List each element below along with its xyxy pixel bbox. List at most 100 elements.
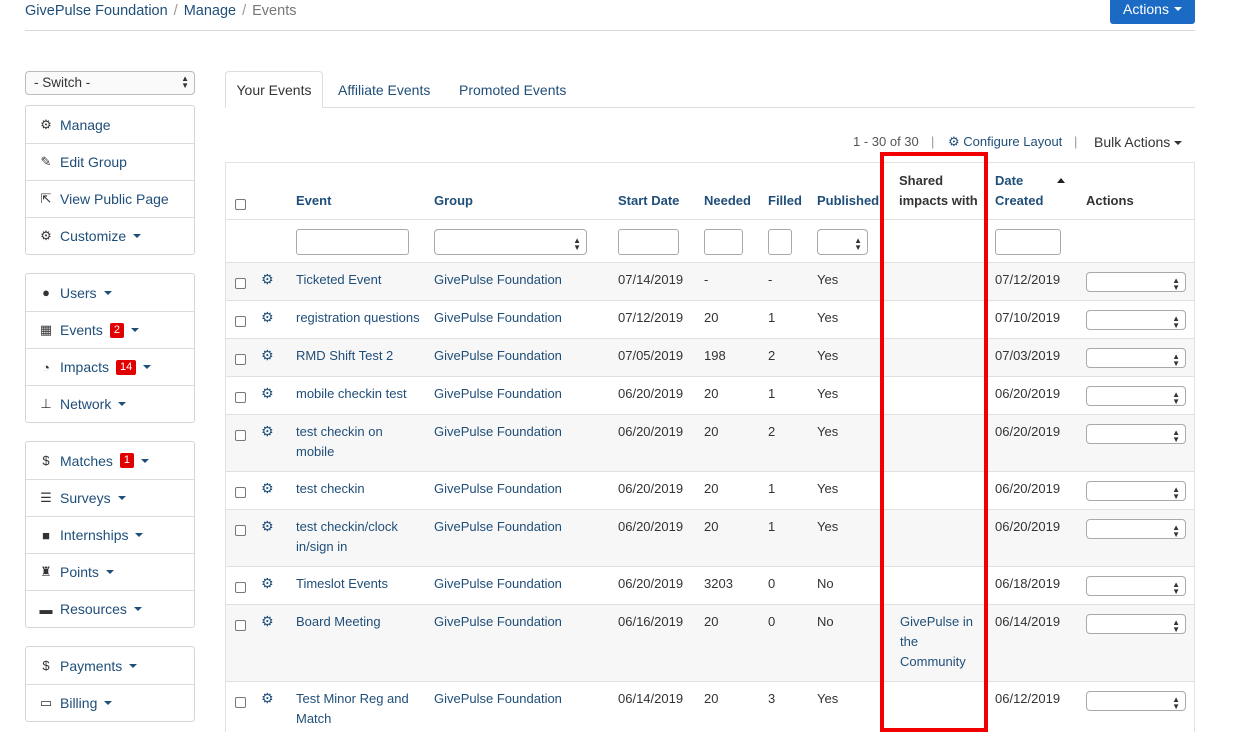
gears-icon[interactable]: ⚙ [261,309,274,326]
gears-icon[interactable]: ⚙ [261,480,274,497]
event-name-link[interactable]: mobile checkin test [296,384,421,404]
configure-layout-link[interactable]: ⚙ Configure Layout [948,134,1062,150]
column-header-needed[interactable]: Needed [704,191,751,211]
breadcrumb-org-link[interactable]: GivePulse Foundation [25,3,168,19]
select-all-checkbox[interactable] [235,199,246,210]
group-link[interactable]: GivePulse Foundation [434,384,562,404]
sidebar-item-impacts[interactable]: ◔ Impacts 14 [26,348,194,385]
row-checkbox[interactable] [235,697,246,708]
column-header-event[interactable]: Event [296,191,331,211]
group-link[interactable]: GivePulse Foundation [434,346,562,366]
gears-icon[interactable]: ⚙ [261,690,274,707]
tab-affiliate-events[interactable]: Affiliate Events [338,71,430,108]
sidebar-item-users[interactable]: ● Users [26,274,194,311]
group-link[interactable]: GivePulse Foundation [434,612,562,632]
row-checkbox[interactable] [235,582,246,593]
row-actions-select[interactable]: ▲ ▼ [1086,348,1186,368]
event-name-link[interactable]: registration questions [296,308,421,328]
bulk-actions-dropdown[interactable]: Bulk Actions [1094,134,1183,150]
row-actions-select[interactable]: ▲ ▼ [1086,310,1186,330]
row-checkbox[interactable] [235,525,246,536]
sidebar-item-payments[interactable]: $ Payments [26,647,194,684]
group-link[interactable]: GivePulse Foundation [434,308,562,328]
row-checkbox[interactable] [235,430,246,441]
row-actions-select[interactable]: ▲ ▼ [1086,386,1186,406]
row-actions-select[interactable]: ▲ ▼ [1086,424,1186,444]
table-row: ⚙ RMD Shift Test 2 GivePulse Foundation 07/… [226,338,1194,376]
sidebar-item-label: Payments [60,657,123,674]
row-checkbox[interactable] [235,620,246,631]
caret-down-icon [143,365,152,369]
published-filter-select[interactable]: ▲ ▼ [817,229,868,255]
breadcrumb-manage-link[interactable]: Manage [184,3,236,19]
row-actions-select[interactable]: ▲ ▼ [1086,691,1186,711]
gears-icon[interactable]: ⚙ [261,347,274,364]
row-checkbox[interactable] [235,278,246,289]
row-checkbox[interactable] [235,392,246,403]
column-header-published[interactable]: Published [817,191,879,211]
group-filter-select[interactable]: ▲ ▼ [434,229,587,255]
column-header-group[interactable]: Group [434,191,473,211]
sidebar-item-points[interactable]: ♜ Points [26,553,194,590]
event-name-link[interactable]: Ticketed Event [296,270,421,290]
sidebar-item-events[interactable]: ▦ Events 2 [26,311,194,348]
caret-down-icon [105,570,114,574]
gears-icon[interactable]: ⚙ [261,575,274,592]
sidebar-item-resources[interactable]: ▬ Resources [26,590,194,627]
shared-impacts-link[interactable]: GivePulse in the Community [900,612,973,672]
column-header-date-created[interactable]: Date Created [995,171,1043,211]
sidebar-item-network[interactable]: ⊥ Network [26,385,194,422]
date-created-filter-input[interactable] [995,229,1061,255]
event-filter-input[interactable] [296,229,409,255]
date-created-cell: 06/20/2019 [995,519,1061,534]
event-name-link[interactable]: Board Meeting [296,612,421,632]
switch-select[interactable]: - Switch - ▲ ▼ [25,71,195,95]
toolbar-separator: | [931,134,935,149]
sidebar-item-customize[interactable]: ⚙ Customize [26,217,194,254]
group-link[interactable]: GivePulse Foundation [434,422,562,442]
event-name-link[interactable]: test checkin/clock in/sign in [296,517,421,557]
row-actions-select[interactable]: ▲ ▼ [1086,481,1186,501]
needed-filter-input[interactable] [704,229,743,255]
row-actions-select[interactable]: ▲ ▼ [1086,272,1186,292]
sidebar-item-label: Users [60,284,97,301]
start-date-filter-input[interactable] [618,229,679,255]
column-header-filled[interactable]: Filled [768,191,802,211]
sidebar-item-billing[interactable]: ▭ Billing [26,684,194,721]
filled-filter-input[interactable] [768,229,792,255]
sidebar-item-matches[interactable]: $ Matches 1 [26,442,194,479]
group-link[interactable]: GivePulse Foundation [434,574,562,594]
group-link[interactable]: GivePulse Foundation [434,689,562,709]
event-name-link[interactable]: Timeslot Events [296,574,421,594]
row-actions-select[interactable]: ▲ ▼ [1086,614,1186,634]
gears-icon[interactable]: ⚙ [261,423,274,440]
sidebar-item-internships[interactable]: ■ Internships [26,516,194,553]
sidebar-item-edit-group[interactable]: ✎ Edit Group [26,143,194,180]
row-checkbox[interactable] [235,487,246,498]
column-header-start-date[interactable]: Start Date [618,191,679,211]
tab-your-events[interactable]: Your Events [225,71,323,108]
gears-icon[interactable]: ⚙ [261,518,274,535]
group-link[interactable]: GivePulse Foundation [434,270,562,290]
sort-ascending-icon[interactable] [1057,178,1065,183]
sidebar-item-view-public-page[interactable]: ⇱ View Public Page [26,180,194,217]
event-name-link[interactable]: RMD Shift Test 2 [296,346,421,366]
group-link[interactable]: GivePulse Foundation [434,517,562,537]
dollar-icon: $ [42,658,50,673]
row-actions-select[interactable]: ▲ ▼ [1086,519,1186,539]
event-name-link[interactable]: Test Minor Reg and Match [296,689,421,729]
tab-promoted-events[interactable]: Promoted Events [459,71,566,108]
start-date-cell: 06/20/2019 [618,424,684,439]
event-name-link[interactable]: test checkin on mobile [296,422,421,462]
sidebar-item-surveys[interactable]: ☰ Surveys [26,479,194,516]
gears-icon[interactable]: ⚙ [261,271,274,288]
row-checkbox[interactable] [235,316,246,327]
actions-button[interactable]: Actions [1110,0,1195,24]
gears-icon[interactable]: ⚙ [261,613,274,630]
event-name-link[interactable]: test checkin [296,479,421,499]
group-link[interactable]: GivePulse Foundation [434,479,562,499]
gears-icon[interactable]: ⚙ [261,385,274,402]
sidebar-item-manage[interactable]: ⚙ Manage [26,106,194,143]
row-checkbox[interactable] [235,354,246,365]
row-actions-select[interactable]: ▲ ▼ [1086,576,1186,596]
